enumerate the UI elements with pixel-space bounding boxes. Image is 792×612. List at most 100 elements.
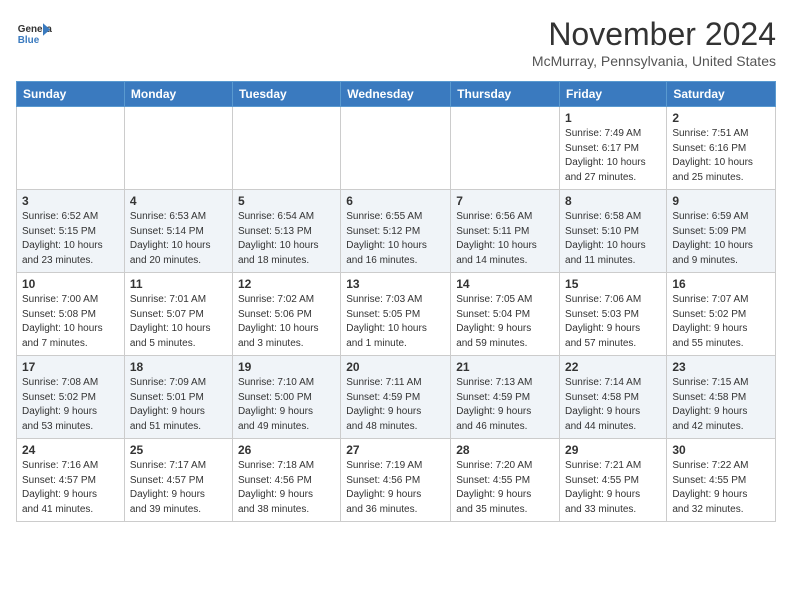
day-number: 2 [672, 111, 770, 125]
day-number: 13 [346, 277, 445, 291]
calendar-cell: 27 Sunrise: 7:19 AM Sunset: 4:56 PM Dayli… [341, 439, 451, 522]
logo: General Blue [16, 16, 52, 52]
day-number: 29 [565, 443, 661, 457]
calendar-cell: 26Sunrise: 7:18 AM Sunset: 4:56 PM Dayli… [232, 439, 340, 522]
day-info: Sunrise: 7:11 AM Sunset: 4:59 PM Dayligh… [346, 376, 445, 434]
calendar-cell: 29Sunrise: 7:21 AM Sunset: 4:55 PM Dayli… [560, 439, 667, 522]
calendar-cell: 8 Sunrise: 6:58 AM Sunset: 5:10 PM Daylig… [560, 190, 667, 273]
day-number: 21 [456, 360, 554, 374]
weekday-header: Friday [560, 82, 667, 107]
day-info: Sunrise: 7:16 AM Sunset: 4:57 PM Dayligh… [22, 459, 119, 517]
day-number: 15 [565, 277, 661, 291]
calendar-cell: 28Sunrise: 7:20 AM Sunset: 4:55 PM Dayli… [451, 439, 560, 522]
day-info: Sunrise: 7:51 AM Sunset: 6:16 PM Dayligh… [672, 127, 770, 185]
day-number: 17 [22, 360, 119, 374]
month-title: November 2024 [532, 16, 776, 53]
day-info: Sunrise: 7:22 AM Sunset: 4:55 PM Dayligh… [672, 459, 770, 517]
calendar-cell: 20Sunrise: 7:11 AM Sunset: 4:59 PM Dayli… [341, 356, 451, 439]
title-block: November 2024 McMurray, Pennsylvania, Un… [532, 16, 776, 69]
day-info: Sunrise: 7:05 AM Sunset: 5:04 PM Dayligh… [456, 293, 554, 351]
day-number: 8 [565, 194, 661, 208]
calendar-cell: 19 Sunrise: 7:10 AM Sunset: 5:00 PM Dayli… [232, 356, 340, 439]
day-number: 30 [672, 443, 770, 457]
day-number: 5 [238, 194, 335, 208]
day-info: Sunrise: 7:17 AM Sunset: 4:57 PM Dayligh… [130, 459, 227, 517]
day-info: Sunrise: 7:20 AM Sunset: 4:55 PM Dayligh… [456, 459, 554, 517]
day-info: Sunrise: 7:01 AM Sunset: 5:07 PM Dayligh… [130, 293, 227, 351]
day-number: 25 [130, 443, 227, 457]
day-info: Sunrise: 7:13 AM Sunset: 4:59 PM Dayligh… [456, 376, 554, 434]
calendar-cell: 30 Sunrise: 7:22 AM Sunset: 4:55 PM Dayli… [667, 439, 776, 522]
calendar-cell: 5Sunrise: 6:54 AM Sunset: 5:13 PM Daylig… [232, 190, 340, 273]
calendar-cell: 1 Sunrise: 7:49 AM Sunset: 6:17 PM Daylig… [560, 107, 667, 190]
calendar-week-row: 1 Sunrise: 7:49 AM Sunset: 6:17 PM Daylig… [17, 107, 776, 190]
calendar-cell: 22 Sunrise: 7:14 AM Sunset: 4:58 PM Dayli… [560, 356, 667, 439]
weekday-header: Wednesday [341, 82, 451, 107]
calendar-cell: 2 Sunrise: 7:51 AM Sunset: 6:16 PM Daylig… [667, 107, 776, 190]
calendar-cell: 25 Sunrise: 7:17 AM Sunset: 4:57 PM Dayli… [124, 439, 232, 522]
day-info: Sunrise: 7:03 AM Sunset: 5:05 PM Dayligh… [346, 293, 445, 351]
day-info: Sunrise: 7:10 AM Sunset: 5:00 PM Dayligh… [238, 376, 335, 434]
calendar-cell: 6Sunrise: 6:55 AM Sunset: 5:12 PM Daylig… [341, 190, 451, 273]
day-number: 11 [130, 277, 227, 291]
calendar-cell: 7 Sunrise: 6:56 AM Sunset: 5:11 PM Daylig… [451, 190, 560, 273]
day-info: Sunrise: 7:15 AM Sunset: 4:58 PM Dayligh… [672, 376, 770, 434]
day-info: Sunrise: 6:55 AM Sunset: 5:12 PM Dayligh… [346, 210, 445, 268]
day-number: 7 [456, 194, 554, 208]
calendar-table: SundayMondayTuesdayWednesdayThursdayFrid… [16, 81, 776, 522]
weekday-header: Saturday [667, 82, 776, 107]
calendar-cell [17, 107, 125, 190]
day-info: Sunrise: 7:08 AM Sunset: 5:02 PM Dayligh… [22, 376, 119, 434]
day-info: Sunrise: 7:06 AM Sunset: 5:03 PM Dayligh… [565, 293, 661, 351]
day-number: 3 [22, 194, 119, 208]
calendar-cell: 23 Sunrise: 7:15 AM Sunset: 4:58 PM Dayli… [667, 356, 776, 439]
day-info: Sunrise: 7:07 AM Sunset: 5:02 PM Dayligh… [672, 293, 770, 351]
calendar-cell: 15 Sunrise: 7:06 AM Sunset: 5:03 PM Dayli… [560, 273, 667, 356]
day-number: 19 [238, 360, 335, 374]
day-info: Sunrise: 6:52 AM Sunset: 5:15 PM Dayligh… [22, 210, 119, 268]
day-info: Sunrise: 7:02 AM Sunset: 5:06 PM Dayligh… [238, 293, 335, 351]
day-info: Sunrise: 6:58 AM Sunset: 5:10 PM Dayligh… [565, 210, 661, 268]
day-number: 26 [238, 443, 335, 457]
calendar-cell [124, 107, 232, 190]
calendar-cell: 16 Sunrise: 7:07 AM Sunset: 5:02 PM Dayli… [667, 273, 776, 356]
day-number: 16 [672, 277, 770, 291]
day-number: 14 [456, 277, 554, 291]
calendar-cell [451, 107, 560, 190]
calendar-cell: 17 Sunrise: 7:08 AM Sunset: 5:02 PM Dayli… [17, 356, 125, 439]
calendar-week-row: 17 Sunrise: 7:08 AM Sunset: 5:02 PM Dayli… [17, 356, 776, 439]
calendar-cell: 21 Sunrise: 7:13 AM Sunset: 4:59 PM Dayli… [451, 356, 560, 439]
calendar-week-row: 24 Sunrise: 7:16 AM Sunset: 4:57 PM Dayli… [17, 439, 776, 522]
day-number: 24 [22, 443, 119, 457]
calendar-header-row: SundayMondayTuesdayWednesdayThursdayFrid… [17, 82, 776, 107]
calendar-cell: 9Sunrise: 6:59 AM Sunset: 5:09 PM Daylig… [667, 190, 776, 273]
weekday-header: Thursday [451, 82, 560, 107]
day-info: Sunrise: 6:56 AM Sunset: 5:11 PM Dayligh… [456, 210, 554, 268]
day-info: Sunrise: 7:19 AM Sunset: 4:56 PM Dayligh… [346, 459, 445, 517]
location: McMurray, Pennsylvania, United States [532, 53, 776, 69]
calendar-cell: 12 Sunrise: 7:02 AM Sunset: 5:06 PM Dayli… [232, 273, 340, 356]
calendar-cell: 10Sunrise: 7:00 AM Sunset: 5:08 PM Dayli… [17, 273, 125, 356]
day-number: 1 [565, 111, 661, 125]
day-info: Sunrise: 7:49 AM Sunset: 6:17 PM Dayligh… [565, 127, 661, 185]
weekday-header: Tuesday [232, 82, 340, 107]
logo-icon: General Blue [16, 16, 52, 52]
calendar-cell: 3 Sunrise: 6:52 AM Sunset: 5:15 PM Daylig… [17, 190, 125, 273]
calendar-cell: 18Sunrise: 7:09 AM Sunset: 5:01 PM Dayli… [124, 356, 232, 439]
day-info: Sunrise: 7:00 AM Sunset: 5:08 PM Dayligh… [22, 293, 119, 351]
day-number: 12 [238, 277, 335, 291]
weekday-header: Sunday [17, 82, 125, 107]
day-info: Sunrise: 7:09 AM Sunset: 5:01 PM Dayligh… [130, 376, 227, 434]
day-info: Sunrise: 7:14 AM Sunset: 4:58 PM Dayligh… [565, 376, 661, 434]
calendar-week-row: 10Sunrise: 7:00 AM Sunset: 5:08 PM Dayli… [17, 273, 776, 356]
calendar-cell: 11 Sunrise: 7:01 AM Sunset: 5:07 PM Dayli… [124, 273, 232, 356]
calendar-cell: 14 Sunrise: 7:05 AM Sunset: 5:04 PM Dayli… [451, 273, 560, 356]
svg-text:Blue: Blue [18, 35, 40, 46]
page-header: General Blue November 2024 McMurray, Pen… [16, 16, 776, 69]
day-number: 23 [672, 360, 770, 374]
calendar-cell [232, 107, 340, 190]
day-info: Sunrise: 6:53 AM Sunset: 5:14 PM Dayligh… [130, 210, 227, 268]
day-number: 4 [130, 194, 227, 208]
day-number: 22 [565, 360, 661, 374]
day-number: 27 [346, 443, 445, 457]
